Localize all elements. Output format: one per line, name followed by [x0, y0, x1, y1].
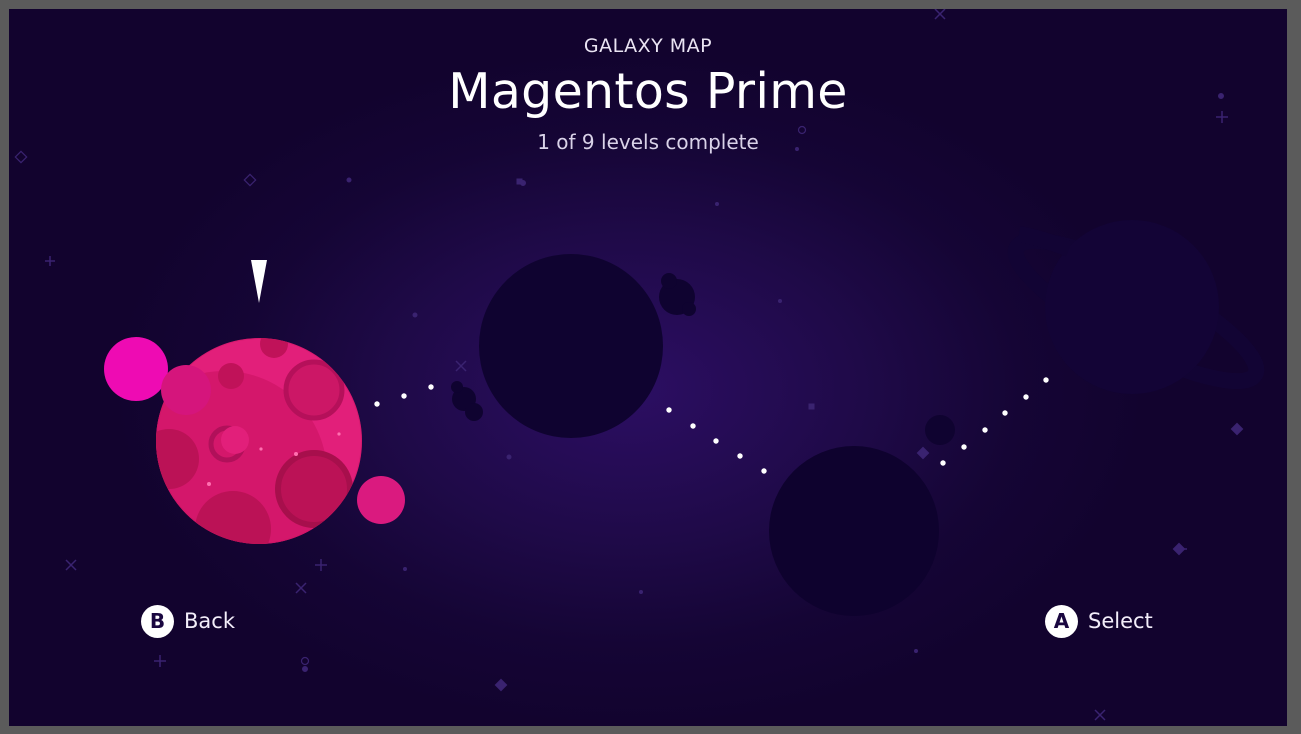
planet-level-1[interactable]	[104, 330, 405, 577]
select-button[interactable]: A Select	[1045, 604, 1153, 638]
b-button-icon: B	[141, 604, 174, 638]
selection-cursor-icon	[251, 260, 267, 303]
planet-level-4[interactable]	[925, 218, 1271, 445]
galaxy-map-screen: GALAXY MAP Magentos Prime 1 of 9 levels …	[9, 9, 1287, 726]
level-progress-text: 1 of 9 levels complete	[537, 130, 759, 154]
back-label: Back	[184, 609, 235, 633]
galaxy-title: Magentos Prime	[448, 63, 848, 120]
back-button[interactable]: B Back	[141, 604, 235, 638]
screen-eyebrow: GALAXY MAP	[583, 35, 713, 57]
select-label: Select	[1088, 609, 1153, 633]
a-button-icon: A	[1045, 604, 1078, 638]
planet-level-3[interactable]	[769, 446, 939, 616]
planet-level-2[interactable]	[451, 254, 696, 438]
